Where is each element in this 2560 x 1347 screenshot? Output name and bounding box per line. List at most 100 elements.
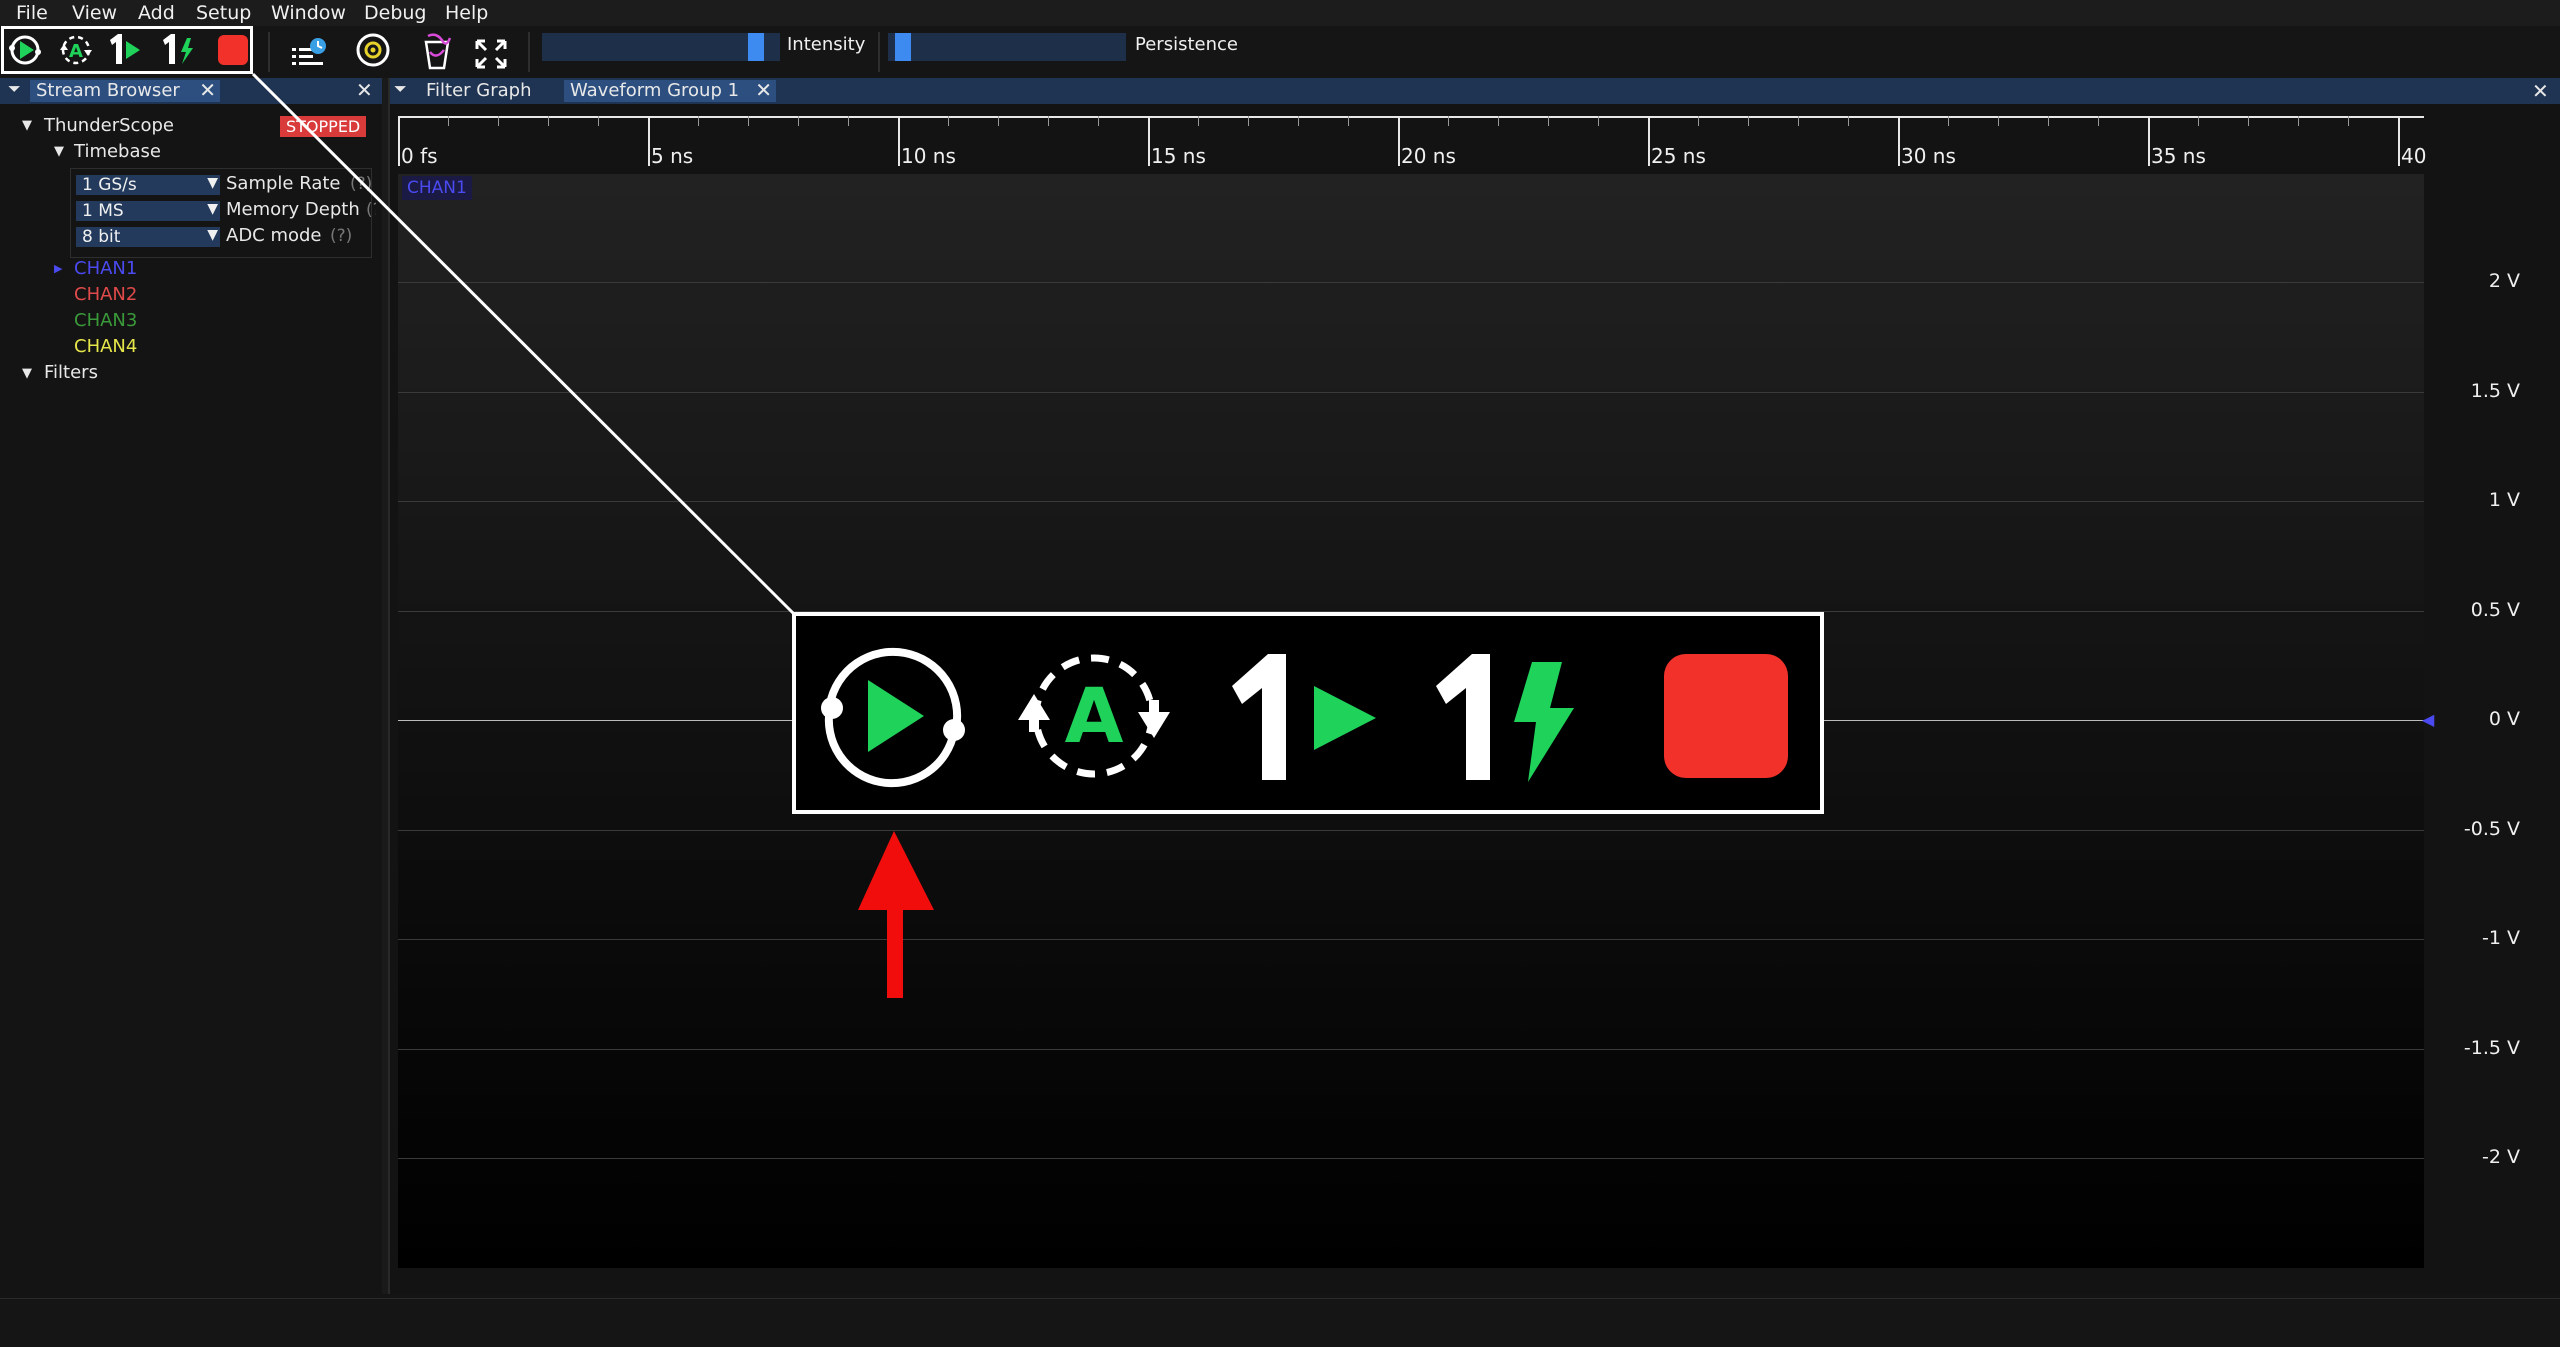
single-trigger-icon: [1228, 636, 1388, 796]
timeline-minor-tick: [498, 116, 499, 126]
timeline-tick: [648, 116, 650, 166]
chevron-down-icon: ▼: [207, 227, 218, 243]
timeline-tick-label: 0 fs: [401, 144, 438, 168]
tab-filter-graph[interactable]: Filter Graph: [420, 80, 566, 102]
voltage-label: 2 V: [2488, 270, 2520, 292]
zoom-callout-box: A: [792, 612, 1824, 814]
fullscreen-icon[interactable]: [470, 26, 512, 74]
persistence-label: Persistence: [1135, 34, 1238, 55]
intensity-slider[interactable]: [542, 33, 780, 61]
run-icon[interactable]: [4, 26, 46, 74]
help-icon[interactable]: (?): [366, 200, 376, 220]
menu-view[interactable]: View: [72, 2, 117, 24]
chevron-down-icon: ▼: [207, 201, 218, 217]
timeline-minor-tick: [598, 116, 599, 126]
stop-icon[interactable]: [212, 26, 254, 74]
menu-file[interactable]: File: [16, 2, 48, 24]
grid-line: [398, 1049, 2424, 1050]
channel-tag[interactable]: CHAN1: [402, 176, 472, 200]
expand-triangle-icon[interactable]: ▼: [54, 144, 64, 159]
timeline-minor-tick: [1048, 116, 1049, 126]
dock-menu-icon[interactable]: ⏷: [8, 79, 21, 99]
history-icon[interactable]: [288, 26, 330, 74]
timeline-tick-label: 35 ns: [2151, 144, 2206, 168]
grid-line: [398, 501, 2424, 502]
tab-stream-browser[interactable]: Stream Browser ✕: [30, 78, 220, 102]
close-icon[interactable]: ✕: [755, 78, 772, 102]
memory-depth-combo[interactable]: 1 MS ▼: [76, 201, 220, 221]
channel-chan2[interactable]: CHAN2: [74, 284, 137, 305]
grid-line: [398, 939, 2424, 940]
timeline-minor-tick: [748, 116, 749, 126]
intensity-slider-knob[interactable]: [748, 33, 764, 61]
timeline-minor-tick: [2098, 116, 2099, 126]
menu-add[interactable]: Add: [138, 2, 175, 24]
timeline-tick-label: 20 ns: [1401, 144, 1456, 168]
timeline-minor-tick: [1198, 116, 1199, 126]
timeline-minor-tick: [698, 116, 699, 126]
clear-sweeps-icon[interactable]: [416, 26, 458, 74]
timebase-label[interactable]: Timebase: [74, 141, 161, 162]
expand-triangle-icon[interactable]: ▼: [22, 366, 32, 381]
stream-browser-tabbar: ⏷ Stream Browser ✕: [0, 78, 382, 104]
timeline-minor-tick: [998, 116, 999, 126]
voltage-axis[interactable]: 2 V 1.5 V 1 V 0.5 V 0 V -0.5 V -1 V -1.5 V -2 V: [2430, 174, 2560, 1268]
channel-chan3[interactable]: CHAN3: [74, 310, 137, 331]
filters-label[interactable]: Filters: [44, 362, 98, 383]
timeline-minor-tick: [1098, 116, 1099, 126]
preferences-icon[interactable]: [352, 26, 394, 74]
timeline-minor-tick: [1748, 116, 1749, 126]
instrument-name[interactable]: ThunderScope: [44, 115, 174, 136]
svg-text:A: A: [69, 41, 83, 62]
timeline-minor-tick: [1498, 116, 1499, 126]
adc-mode-combo[interactable]: 8 bit ▼: [76, 227, 220, 247]
timeline-ticks: 0 fs 5 ns 10 ns 15 ns 20 ns 25 ns 30 ns 35 ns 40: [398, 116, 2428, 176]
menu-window[interactable]: Window: [271, 2, 346, 24]
voltage-label: -2 V: [2482, 1146, 2520, 1168]
expand-triangle-icon[interactable]: ▼: [22, 118, 32, 133]
timeline-minor-tick: [1448, 116, 1449, 126]
close-icon[interactable]: ✕: [356, 78, 373, 102]
menu-bar: File View Add Setup Window Debug Help: [0, 0, 2560, 26]
force-trigger-icon[interactable]: [157, 26, 199, 74]
sample-rate-combo[interactable]: 1 GS/s ▼: [76, 175, 220, 195]
menu-debug[interactable]: Debug: [364, 2, 426, 24]
menu-help[interactable]: Help: [445, 2, 488, 24]
intensity-label: Intensity: [787, 34, 866, 55]
tab-filter-graph-label: Filter Graph: [426, 80, 532, 101]
timeline-minor-tick: [1298, 116, 1299, 126]
expand-triangle-icon[interactable]: ▶: [54, 262, 62, 275]
timeline-minor-tick: [1948, 116, 1949, 126]
adc-mode-value: 8 bit: [82, 227, 121, 247]
timeline-minor-tick: [1548, 116, 1549, 126]
voltage-label: 0 V: [2488, 708, 2520, 730]
tab-waveform-group-label: Waveform Group 1: [570, 80, 740, 101]
single-trigger-icon[interactable]: [104, 26, 146, 74]
persistence-slider[interactable]: [888, 33, 1126, 61]
timeline-tick: [2398, 116, 2400, 166]
timeline-tick-label: 25 ns: [1651, 144, 1706, 168]
tab-waveform-group[interactable]: Waveform Group 1 ✕: [564, 78, 776, 102]
channel-chan1[interactable]: CHAN1: [74, 258, 137, 279]
close-icon[interactable]: ✕: [2532, 79, 2549, 103]
splitter[interactable]: [382, 78, 390, 1294]
toolbar-separator: [528, 32, 530, 72]
voltage-label: -1.5 V: [2463, 1037, 2520, 1059]
timeline-minor-tick: [848, 116, 849, 126]
voltage-label: -0.5 V: [2463, 818, 2520, 840]
memory-depth-label: Memory Depth: [226, 199, 360, 220]
dock-menu-icon[interactable]: ⏷: [394, 79, 407, 99]
help-icon[interactable]: (?): [350, 174, 372, 194]
force-trigger-icon: [1432, 636, 1592, 796]
auto-trigger-icon[interactable]: A: [55, 26, 97, 74]
persistence-slider-knob[interactable]: [895, 33, 911, 61]
timeline-minor-tick: [1248, 116, 1249, 126]
toolbar-separator: [878, 32, 880, 72]
close-icon[interactable]: ✕: [199, 78, 216, 102]
menu-setup[interactable]: Setup: [196, 2, 251, 24]
timeline-minor-tick: [1348, 116, 1349, 126]
timeline-tick: [398, 116, 400, 166]
auto-trigger-icon: A: [1014, 636, 1174, 796]
channel-chan4[interactable]: CHAN4: [74, 336, 137, 357]
help-icon[interactable]: (?): [330, 226, 352, 246]
